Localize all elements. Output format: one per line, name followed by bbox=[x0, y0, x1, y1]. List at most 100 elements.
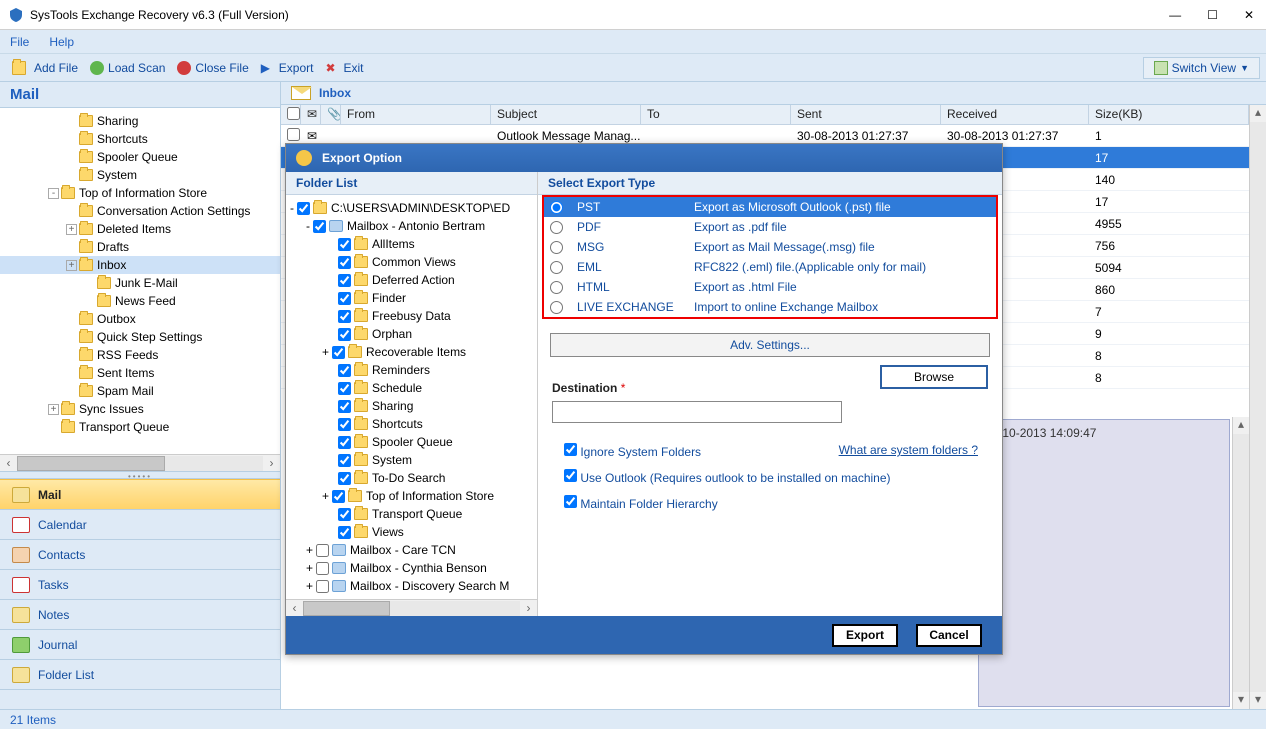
export-tree-item[interactable]: -C:\USERS\ADMIN\DESKTOP\ED bbox=[290, 199, 535, 217]
nav-calendar[interactable]: Calendar bbox=[0, 509, 280, 539]
export-type-option[interactable]: PSTExport as Microsoft Outlook (.pst) fi… bbox=[544, 197, 996, 217]
what-system-folders-link[interactable]: What are system folders ? bbox=[839, 443, 978, 457]
tree-item[interactable]: News Feed bbox=[0, 292, 280, 310]
splitter[interactable]: ••••• bbox=[0, 471, 280, 479]
export-tree-item[interactable]: Sharing bbox=[290, 397, 535, 415]
export-tree-item[interactable]: +Mailbox - Discovery Search M bbox=[290, 577, 535, 595]
tree-item[interactable]: Outbox bbox=[0, 310, 280, 328]
tree-item[interactable]: -Top of Information Store bbox=[0, 184, 280, 202]
export-type-option[interactable]: MSGExport as Mail Message(.msg) file bbox=[544, 237, 996, 257]
nav-contacts[interactable]: Contacts bbox=[0, 539, 280, 569]
add-file-button[interactable]: Add File bbox=[6, 59, 84, 77]
exit-button[interactable]: ✖Exit bbox=[319, 59, 369, 77]
minimize-button[interactable]: — bbox=[1165, 4, 1185, 26]
export-tree-item[interactable]: Reminders bbox=[290, 361, 535, 379]
chk-ignore-system[interactable]: Ignore System Folders What are system fo… bbox=[564, 443, 988, 459]
journal-icon bbox=[12, 637, 30, 653]
load-scan-icon bbox=[90, 61, 104, 75]
export-tree-item[interactable]: System bbox=[290, 451, 535, 469]
chk-maintain-hierarchy[interactable]: Maintain Folder Hierarchy bbox=[564, 495, 988, 511]
adv-settings-button[interactable]: Adv. Settings... bbox=[550, 333, 990, 357]
col-from[interactable]: From bbox=[341, 105, 491, 124]
tree-item[interactable]: Spam Mail bbox=[0, 382, 280, 400]
export-tree-item[interactable]: Common Views bbox=[290, 253, 535, 271]
nav-mail[interactable]: Mail bbox=[0, 479, 280, 509]
dlg-tree-hscroll[interactable]: ‹› bbox=[286, 599, 537, 616]
app-icon bbox=[8, 7, 24, 23]
export-tree-item[interactable]: Views bbox=[290, 523, 535, 541]
tree-item[interactable]: RSS Feeds bbox=[0, 346, 280, 364]
inbox-icon bbox=[291, 86, 311, 100]
export-button[interactable]: ▶Export bbox=[255, 59, 320, 77]
export-tree-item[interactable]: Freebusy Data bbox=[290, 307, 535, 325]
switch-view-button[interactable]: Switch View ▼ bbox=[1143, 57, 1260, 79]
dialog-export-button[interactable]: Export bbox=[832, 624, 898, 647]
export-tree-item[interactable]: +Mailbox - Care TCN bbox=[290, 541, 535, 559]
export-tree-item[interactable]: -Mailbox - Antonio Bertram bbox=[290, 217, 535, 235]
export-type-option[interactable]: PDFExport as .pdf file bbox=[544, 217, 996, 237]
export-tree-item[interactable]: Shortcuts bbox=[290, 415, 535, 433]
menu-file[interactable]: File bbox=[10, 35, 29, 49]
export-tree-item[interactable]: Transport Queue bbox=[290, 505, 535, 523]
maximize-button[interactable]: ☐ bbox=[1203, 4, 1222, 26]
export-tree-item[interactable]: AllItems bbox=[290, 235, 535, 253]
chk-use-outlook[interactable]: Use Outlook (Requires outlook to be inst… bbox=[564, 469, 988, 485]
nav-journal[interactable]: Journal bbox=[0, 629, 280, 659]
browse-button[interactable]: Browse bbox=[880, 365, 988, 389]
export-folder-tree[interactable]: -C:\USERS\ADMIN\DESKTOP\ED-Mailbox - Ant… bbox=[286, 195, 537, 599]
mail-folder-tree[interactable]: SharingShortcutsSpooler QueueSystem-Top … bbox=[0, 108, 280, 454]
export-type-option[interactable]: EMLRFC822 (.eml) file.(Applicable only f… bbox=[544, 257, 996, 277]
col-subject[interactable]: Subject bbox=[491, 105, 641, 124]
tree-item[interactable]: Conversation Action Settings bbox=[0, 202, 280, 220]
load-scan-button[interactable]: Load Scan bbox=[84, 59, 171, 77]
mail-icon bbox=[12, 487, 30, 503]
select-export-header: Select Export Type bbox=[538, 172, 1002, 195]
tree-item[interactable]: +Inbox bbox=[0, 256, 280, 274]
preview-meta: 09-10-2013 14:09:47 bbox=[978, 419, 1230, 707]
nav-notes[interactable]: Notes bbox=[0, 599, 280, 629]
export-tree-item[interactable]: Deferred Action bbox=[290, 271, 535, 289]
tree-item[interactable]: +Sync Issues bbox=[0, 400, 280, 418]
tree-item[interactable]: Sent Items bbox=[0, 364, 280, 382]
export-tree-item[interactable]: Spooler Queue bbox=[290, 433, 535, 451]
export-tree-item[interactable]: +Top of Information Store bbox=[290, 487, 535, 505]
menu-help[interactable]: Help bbox=[49, 35, 74, 49]
col-size[interactable]: Size(KB) bbox=[1089, 105, 1249, 124]
tree-item[interactable]: Transport Queue bbox=[0, 418, 280, 436]
close-button[interactable]: ✕ bbox=[1240, 4, 1258, 26]
tree-hscroll[interactable]: ‹› bbox=[0, 454, 280, 471]
tree-item[interactable]: Shortcuts bbox=[0, 130, 280, 148]
tree-item[interactable]: Sharing bbox=[0, 112, 280, 130]
tree-item[interactable]: Quick Step Settings bbox=[0, 328, 280, 346]
nav-folder-list[interactable]: Folder List bbox=[0, 659, 280, 689]
export-tree-item[interactable]: To-Do Search bbox=[290, 469, 535, 487]
statusbar: 21 Items bbox=[0, 709, 1266, 729]
export-type-option[interactable]: HTMLExport as .html File bbox=[544, 277, 996, 297]
col-received[interactable]: Received bbox=[941, 105, 1089, 124]
export-tree-item[interactable]: +Mailbox - Cynthia Benson bbox=[290, 559, 535, 577]
destination-input[interactable] bbox=[552, 401, 842, 423]
dialog-cancel-button[interactable]: Cancel bbox=[916, 624, 982, 647]
left-panel-title: Mail bbox=[0, 82, 280, 108]
grid-vscroll[interactable]: ▴▾ bbox=[1249, 105, 1266, 709]
col-to[interactable]: To bbox=[641, 105, 791, 124]
export-tree-item[interactable]: +Recoverable Items bbox=[290, 343, 535, 361]
tree-item[interactable]: Junk E-Mail bbox=[0, 274, 280, 292]
tree-item[interactable]: Spooler Queue bbox=[0, 148, 280, 166]
tree-item[interactable]: +Deleted Items bbox=[0, 220, 280, 238]
preview-vscroll[interactable]: ▴▾ bbox=[1232, 417, 1249, 709]
tree-item[interactable]: Drafts bbox=[0, 238, 280, 256]
export-type-list[interactable]: PSTExport as Microsoft Outlook (.pst) fi… bbox=[542, 195, 998, 319]
col-attachment-icon: 📎 bbox=[321, 105, 341, 124]
close-file-button[interactable]: Close File bbox=[171, 59, 254, 77]
col-checkbox[interactable] bbox=[281, 105, 301, 124]
export-dialog: Export Option Folder List -C:\USERS\ADMI… bbox=[285, 143, 1003, 655]
export-tree-item[interactable]: Schedule bbox=[290, 379, 535, 397]
nav-tasks[interactable]: Tasks bbox=[0, 569, 280, 599]
export-type-option[interactable]: LIVE EXCHANGEImport to online Exchange M… bbox=[544, 297, 996, 317]
tree-item[interactable]: System bbox=[0, 166, 280, 184]
destination-label: Destination bbox=[552, 381, 617, 395]
export-tree-item[interactable]: Orphan bbox=[290, 325, 535, 343]
col-sent[interactable]: Sent bbox=[791, 105, 941, 124]
export-tree-item[interactable]: Finder bbox=[290, 289, 535, 307]
